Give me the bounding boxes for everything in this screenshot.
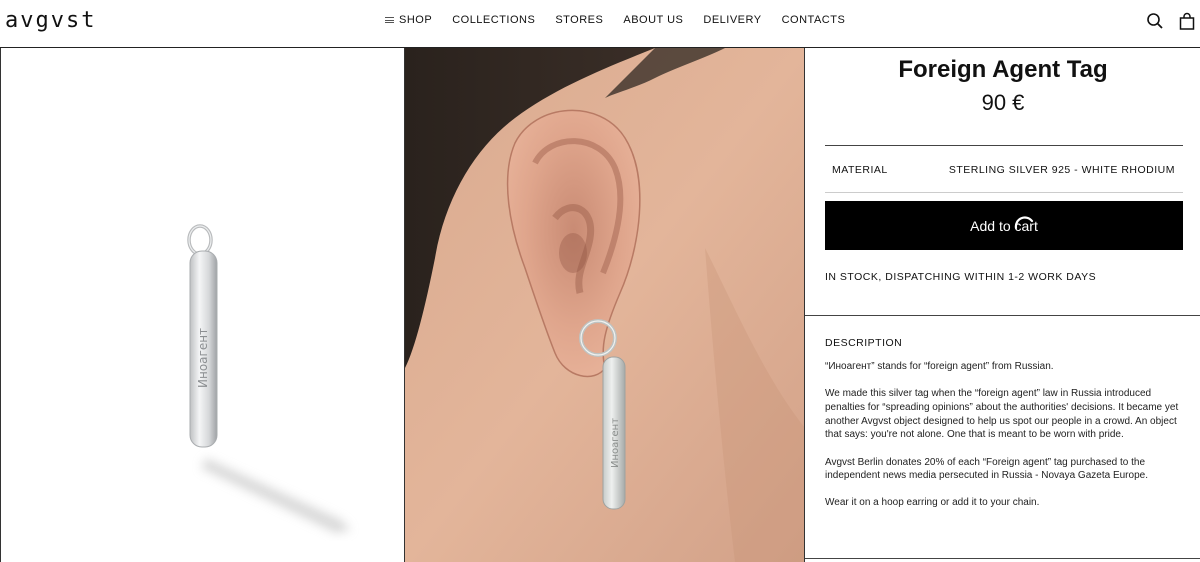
nav-delivery[interactable]: DELIVERY	[703, 14, 761, 26]
nav-about-us[interactable]: ABOUT US	[623, 14, 683, 26]
bag-icon[interactable]	[1178, 12, 1196, 35]
add-to-cart-button[interactable]: Add to cart	[825, 201, 1183, 250]
menu-icon	[385, 17, 394, 23]
main-nav: SHOP COLLECTIONS STORES ABOUT US DELIVER…	[385, 14, 845, 26]
description-heading: DESCRIPTION	[825, 337, 903, 349]
description-paragraph: We made this silver tag when the “foreig…	[825, 388, 1179, 441]
nav-collections[interactable]: COLLECTIONS	[452, 14, 535, 26]
product-info-panel: Foreign Agent Tag 90 € MATERIAL STERLING…	[804, 48, 1200, 562]
divider	[825, 192, 1183, 193]
material-value[interactable]: STERLING SILVER 925 - WHITE RHODIUM	[949, 164, 1175, 176]
site-header: avgvst SHOP COLLECTIONS STORES ABOUT US …	[0, 0, 1200, 48]
search-icon[interactable]	[1146, 12, 1164, 35]
ear-model-photo: Иноагент	[405, 48, 804, 562]
material-label: MATERIAL	[832, 164, 888, 176]
silver-tag-photo: Иноагент	[187, 224, 351, 533]
description-paragraph: Wear it on a hoop earring or add it to y…	[825, 497, 1040, 509]
product-title: Foreign Agent Tag	[898, 56, 1108, 83]
brand-logo[interactable]: avgvst	[5, 8, 96, 33]
divider	[805, 558, 1200, 559]
tag-engraving-worn: Иноагент	[610, 418, 621, 468]
nav-contacts[interactable]: CONTACTS	[782, 14, 846, 26]
divider	[825, 145, 1183, 146]
tag-engraving: Иноагент	[196, 328, 210, 388]
product-price: 90 €	[981, 90, 1025, 115]
nav-shop-label: SHOP	[399, 14, 433, 26]
description-paragraph: Avgvst Berlin donates 20% of each “Forei…	[825, 456, 1148, 482]
loading-spinner-icon	[1014, 216, 1034, 230]
description-body: “Иноагент” stands for “foreign agent” fr…	[825, 360, 1187, 524]
header-actions	[1146, 12, 1196, 35]
product-image-main[interactable]: Иноагент	[0, 48, 404, 562]
product-image-worn[interactable]: Иноагент	[404, 48, 804, 562]
description-paragraph: “Иноагент” stands for “foreign agent” fr…	[825, 361, 1054, 372]
divider	[805, 315, 1200, 316]
nav-shop[interactable]: SHOP	[385, 14, 432, 26]
stock-status: IN STOCK, DISPATCHING WITHIN 1-2 WORK DA…	[825, 271, 1097, 283]
nav-stores[interactable]: STORES	[555, 14, 603, 26]
